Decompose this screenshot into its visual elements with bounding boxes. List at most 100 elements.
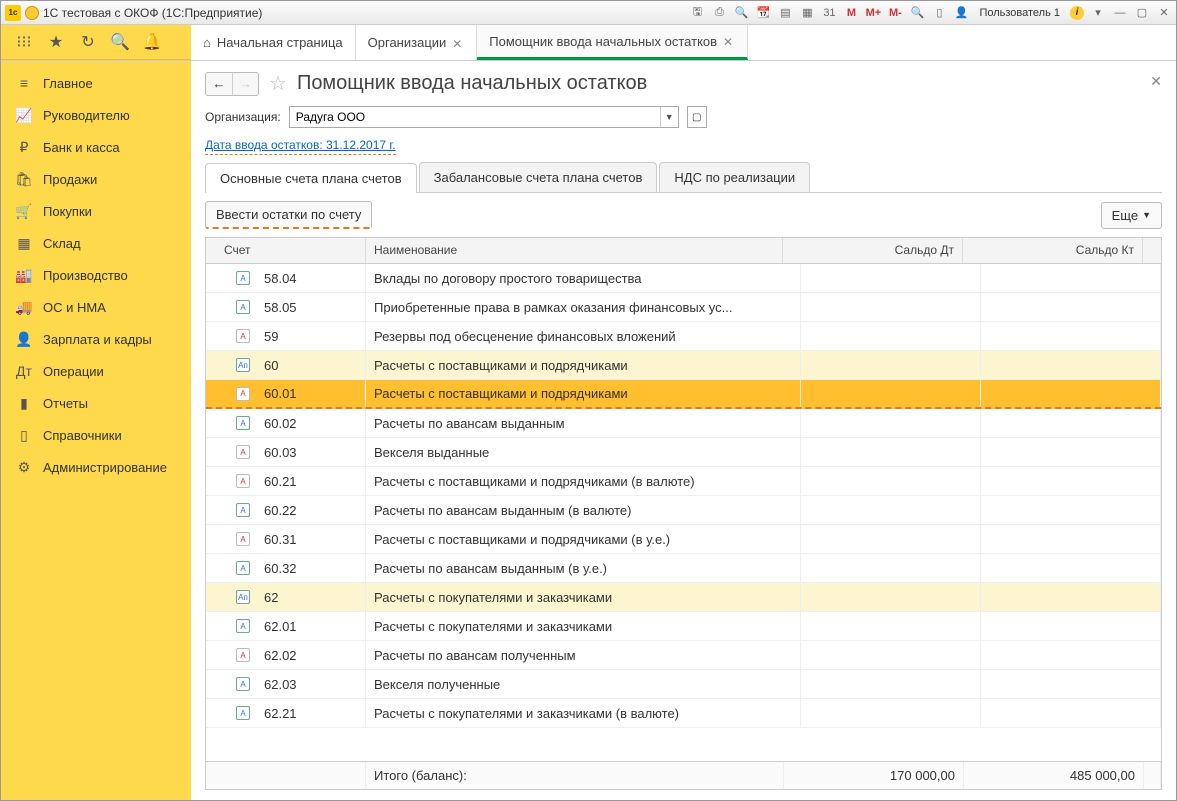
col-debit[interactable]: Сальдо Дт [783,238,963,263]
account-icon: А [236,416,250,430]
maximize-icon[interactable]: ▢ [1134,5,1150,21]
save-icon[interactable]: 🖫 [689,5,705,21]
account-name: Векселя полученные [366,670,801,698]
sidebar-item-справочники[interactable]: ▯Справочники [1,419,191,451]
more-button[interactable]: Еще ▼ [1101,202,1162,229]
m-plus-icon[interactable]: M+ [865,5,881,21]
account-name: Расчеты по авансам выданным (в валюте) [366,496,801,524]
inner-tab[interactable]: Основные счета плана счетов [205,163,417,193]
sidebar-item-покупки[interactable]: 🛒Покупки [1,195,191,227]
dropdown-icon[interactable]: ▾ [1090,5,1106,21]
sidebar-item-ос-и-нма[interactable]: 🚚ОС и НМА [1,291,191,323]
nav-back-button[interactable]: ← [206,73,232,95]
table-row[interactable]: А62.01Расчеты с покупателями и заказчика… [206,612,1161,641]
table-row[interactable]: А59Резервы под обесценение финансовых вл… [206,322,1161,351]
enter-balance-button[interactable]: Ввести остатки по счету [205,201,372,229]
sidebar-item-операции[interactable]: ДтОперации [1,355,191,387]
account-code: 62.01 [264,619,297,634]
sidebar-icon: 🚚 [15,298,33,316]
close-window-icon[interactable]: ✕ [1156,5,1172,21]
close-icon[interactable]: ✕ [452,37,464,49]
sidebar-icon: ▮ [15,394,33,412]
close-icon[interactable]: ✕ [723,35,735,47]
org-input[interactable] [290,107,660,127]
table-row[interactable]: А62.21Расчеты с покупателями и заказчика… [206,699,1161,728]
table-row[interactable]: А62.02Расчеты по авансам полученным [206,641,1161,670]
date-entry-link[interactable]: Дата ввода остатков: 31.12.2017 г. [205,138,396,155]
table-row[interactable]: А60.03Векселя выданные [206,438,1161,467]
grid-icon[interactable]: ▦ [799,5,815,21]
table-row[interactable]: А60.02Расчеты по авансам выданным [206,409,1161,438]
sidebar-item-продажи[interactable]: 🛍Продажи [1,163,191,195]
app-menu-dropdown[interactable] [25,6,39,20]
accounts-grid: Счет Наименование Сальдо Дт Сальдо Кт А5… [205,237,1162,790]
close-page-button[interactable]: ✕ [1150,73,1162,90]
account-code: 60.01 [264,386,297,401]
cell-debit [801,322,981,350]
col-credit[interactable]: Сальдо Кт [963,238,1143,263]
sidebar-item-руководителю[interactable]: 📈Руководителю [1,99,191,131]
user-name[interactable]: Пользователь 1 [975,7,1064,19]
account-icon: А [236,474,250,488]
cell-credit [981,409,1161,437]
grid-body[interactable]: А58.04Вклады по договору простого товари… [206,264,1161,761]
table-row[interactable]: А60.32Расчеты по авансам выданным (в у.е… [206,554,1161,583]
sidebar-item-отчеты[interactable]: ▮Отчеты [1,387,191,419]
account-code: 60.03 [264,445,297,460]
calendar-icon[interactable]: 📆 [755,5,771,21]
sidebar-icon: ⚙ [15,458,33,476]
favorite-icon[interactable]: ★ [47,33,65,51]
sidebar-item-склад[interactable]: ▦Склад [1,227,191,259]
favorite-star-icon[interactable]: ☆ [269,71,287,96]
page-icon[interactable]: ▤ [777,5,793,21]
table-row[interactable]: А60.22Расчеты по авансам выданным (в вал… [206,496,1161,525]
tab-организации[interactable]: Организации✕ [356,25,478,60]
account-icon: А [236,271,250,285]
tab-начальная-страница[interactable]: ⌂Начальная страница [191,25,356,60]
inner-tab[interactable]: НДС по реализации [659,162,810,192]
org-label: Организация: [205,110,281,124]
table-row[interactable]: А58.04Вклады по договору простого товари… [206,264,1161,293]
table-row[interactable]: Ап62Расчеты с покупателями и заказчиками [206,583,1161,612]
sidebar-item-производство[interactable]: 🏭Производство [1,259,191,291]
cell-credit [981,641,1161,669]
tab-label: Помощник ввода начальных остатков [489,34,717,49]
sidebar-label: Администрирование [43,460,167,475]
m-scale-icon[interactable]: M [843,5,859,21]
account-name: Расчеты с покупателями и заказчиками [366,583,801,611]
preview-icon[interactable]: 🔍 [733,5,749,21]
cell-debit [801,409,981,437]
book-icon[interactable]: ▯ [931,5,947,21]
minimize-icon[interactable]: — [1112,5,1128,21]
table-row[interactable]: А60.21Расчеты с поставщиками и подрядчик… [206,467,1161,496]
org-open-button[interactable]: ▢ [687,106,707,128]
col-name[interactable]: Наименование [366,238,783,263]
sidebar-label: Банк и касса [43,140,120,155]
cal31-icon[interactable]: 31 [821,5,837,21]
col-account[interactable]: Счет [206,238,366,263]
m-minus-icon[interactable]: M- [887,5,903,21]
tab-помощник-ввода-начальных-остатков[interactable]: Помощник ввода начальных остатков ✕ [477,25,748,60]
table-row[interactable]: А62.03Векселя полученные [206,670,1161,699]
org-dropdown-button[interactable]: ▼ [660,107,678,127]
apps-icon[interactable]: ⁝⁝⁝ [15,33,33,51]
sidebar-item-зарплата-и-кадры[interactable]: 👤Зарплата и кадры [1,323,191,355]
sidebar-item-главное[interactable]: ≡Главное [1,67,191,99]
inner-tab[interactable]: Забалансовые счета плана счетов [419,162,658,192]
table-row[interactable]: А58.05Приобретенные права в рамках оказа… [206,293,1161,322]
nav-forward-button[interactable]: → [232,73,258,95]
user-icon: 👤 [953,5,969,21]
bell-icon[interactable]: 🔔 [143,33,161,51]
sidebar-item-банк-и-касса[interactable]: ₽Банк и касса [1,131,191,163]
table-row[interactable]: А60.31Расчеты с поставщиками и подрядчик… [206,525,1161,554]
sidebar-icon: ▦ [15,234,33,252]
print-icon[interactable]: ⎙ [711,5,727,21]
table-row[interactable]: Ап60Расчеты с поставщиками и подрядчикам… [206,351,1161,380]
history-icon[interactable]: ↻ [79,33,97,51]
zoom-icon[interactable]: 🔍 [909,5,925,21]
info-icon[interactable]: i [1070,6,1084,20]
sidebar-item-администрирование[interactable]: ⚙ Администрирование [1,451,191,483]
table-row[interactable]: А60.01Расчеты с поставщиками и подрядчик… [206,380,1161,409]
account-name: Приобретенные права в рамках оказания фи… [366,293,801,321]
search-icon[interactable]: 🔍 [111,33,129,51]
